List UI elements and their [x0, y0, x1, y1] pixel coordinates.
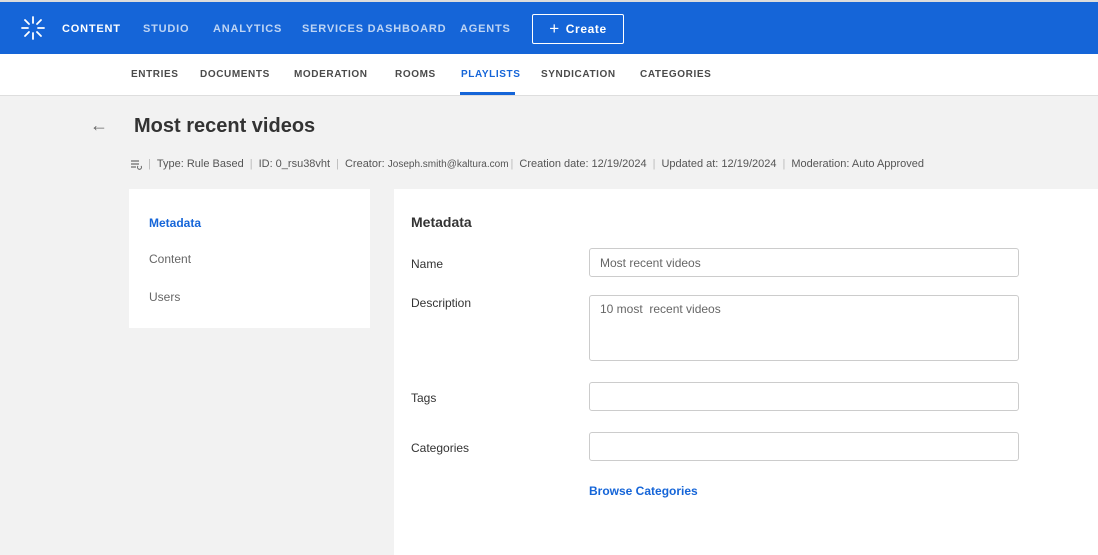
description-textarea[interactable]: 10 most recent videos: [589, 295, 1019, 361]
name-input[interactable]: [589, 248, 1019, 277]
sidebar-item-metadata[interactable]: Metadata: [149, 216, 201, 230]
top-nav-bar: CONTENT STUDIO ANALYTICS SERVICES DASHBO…: [0, 0, 1098, 54]
tab-documents[interactable]: DOCUMENTS: [200, 69, 270, 80]
sidebar-item-content[interactable]: Content: [149, 252, 191, 266]
meta-updated-at: Updated at: 12/19/2024: [661, 158, 777, 170]
create-button-label: Create: [565, 22, 607, 36]
nav-agents[interactable]: AGENTS: [460, 23, 511, 35]
categories-label: Categories: [411, 441, 470, 455]
meta-moderation: Moderation: Auto Approved: [791, 158, 925, 170]
separator: |: [782, 158, 786, 170]
name-label: Name: [411, 257, 444, 271]
separator: |: [148, 158, 151, 170]
nav-content[interactable]: CONTENT: [62, 23, 121, 35]
tab-playlists[interactable]: PLAYLISTS: [461, 69, 521, 80]
categories-input[interactable]: [589, 432, 1019, 461]
separator: |: [510, 158, 514, 170]
tab-syndication[interactable]: SYNDICATION: [541, 69, 616, 80]
tags-input[interactable]: [589, 382, 1019, 411]
create-button[interactable]: + Create: [532, 14, 624, 44]
tab-entries[interactable]: ENTRIES: [131, 69, 179, 80]
playlist-meta-line: | Type: Rule Based | ID: 0_rsu38vht | Cr…: [130, 158, 924, 170]
section-title: Metadata: [411, 214, 472, 230]
nav-analytics[interactable]: ANALYTICS: [213, 23, 282, 35]
meta-type: Type: Rule Based: [156, 158, 244, 170]
arrow-left-icon[interactable]: ←: [90, 115, 108, 136]
meta-creator-label: Creator:: [344, 158, 385, 170]
description-label: Description: [411, 296, 472, 310]
tags-label: Tags: [411, 391, 437, 405]
active-tab-indicator: [460, 92, 515, 95]
browse-categories-link[interactable]: Browse Categories: [589, 484, 698, 498]
tab-rooms[interactable]: ROOMS: [395, 69, 436, 80]
nav-services-dashboard[interactable]: SERVICES DASHBOARD: [302, 23, 446, 35]
nav-studio[interactable]: STUDIO: [143, 23, 189, 35]
kaltura-logo-icon[interactable]: [20, 15, 46, 41]
plus-icon: +: [549, 18, 560, 38]
sub-nav-bar: ENTRIES DOCUMENTS MODERATION ROOMS PLAYL…: [0, 54, 1098, 96]
sidebar-item-users[interactable]: Users: [149, 290, 180, 304]
metadata-form-panel: Metadata Name Description 10 most recent…: [394, 189, 1098, 555]
separator: |: [249, 158, 253, 170]
separator: |: [336, 158, 339, 170]
section-sidebar: Metadata Content Users: [129, 189, 370, 328]
separator: |: [652, 158, 656, 170]
meta-creation-date: Creation date: 12/19/2024: [519, 158, 647, 170]
page-title: Most recent videos: [134, 115, 316, 137]
tab-categories[interactable]: CATEGORIES: [640, 69, 711, 80]
meta-id: ID: 0_rsu38vht: [258, 158, 331, 170]
tab-moderation[interactable]: MODERATION: [294, 69, 368, 80]
rule-list-icon: [131, 160, 142, 170]
meta-creator-value: Joseph.smith@kaltura.com: [387, 158, 509, 170]
